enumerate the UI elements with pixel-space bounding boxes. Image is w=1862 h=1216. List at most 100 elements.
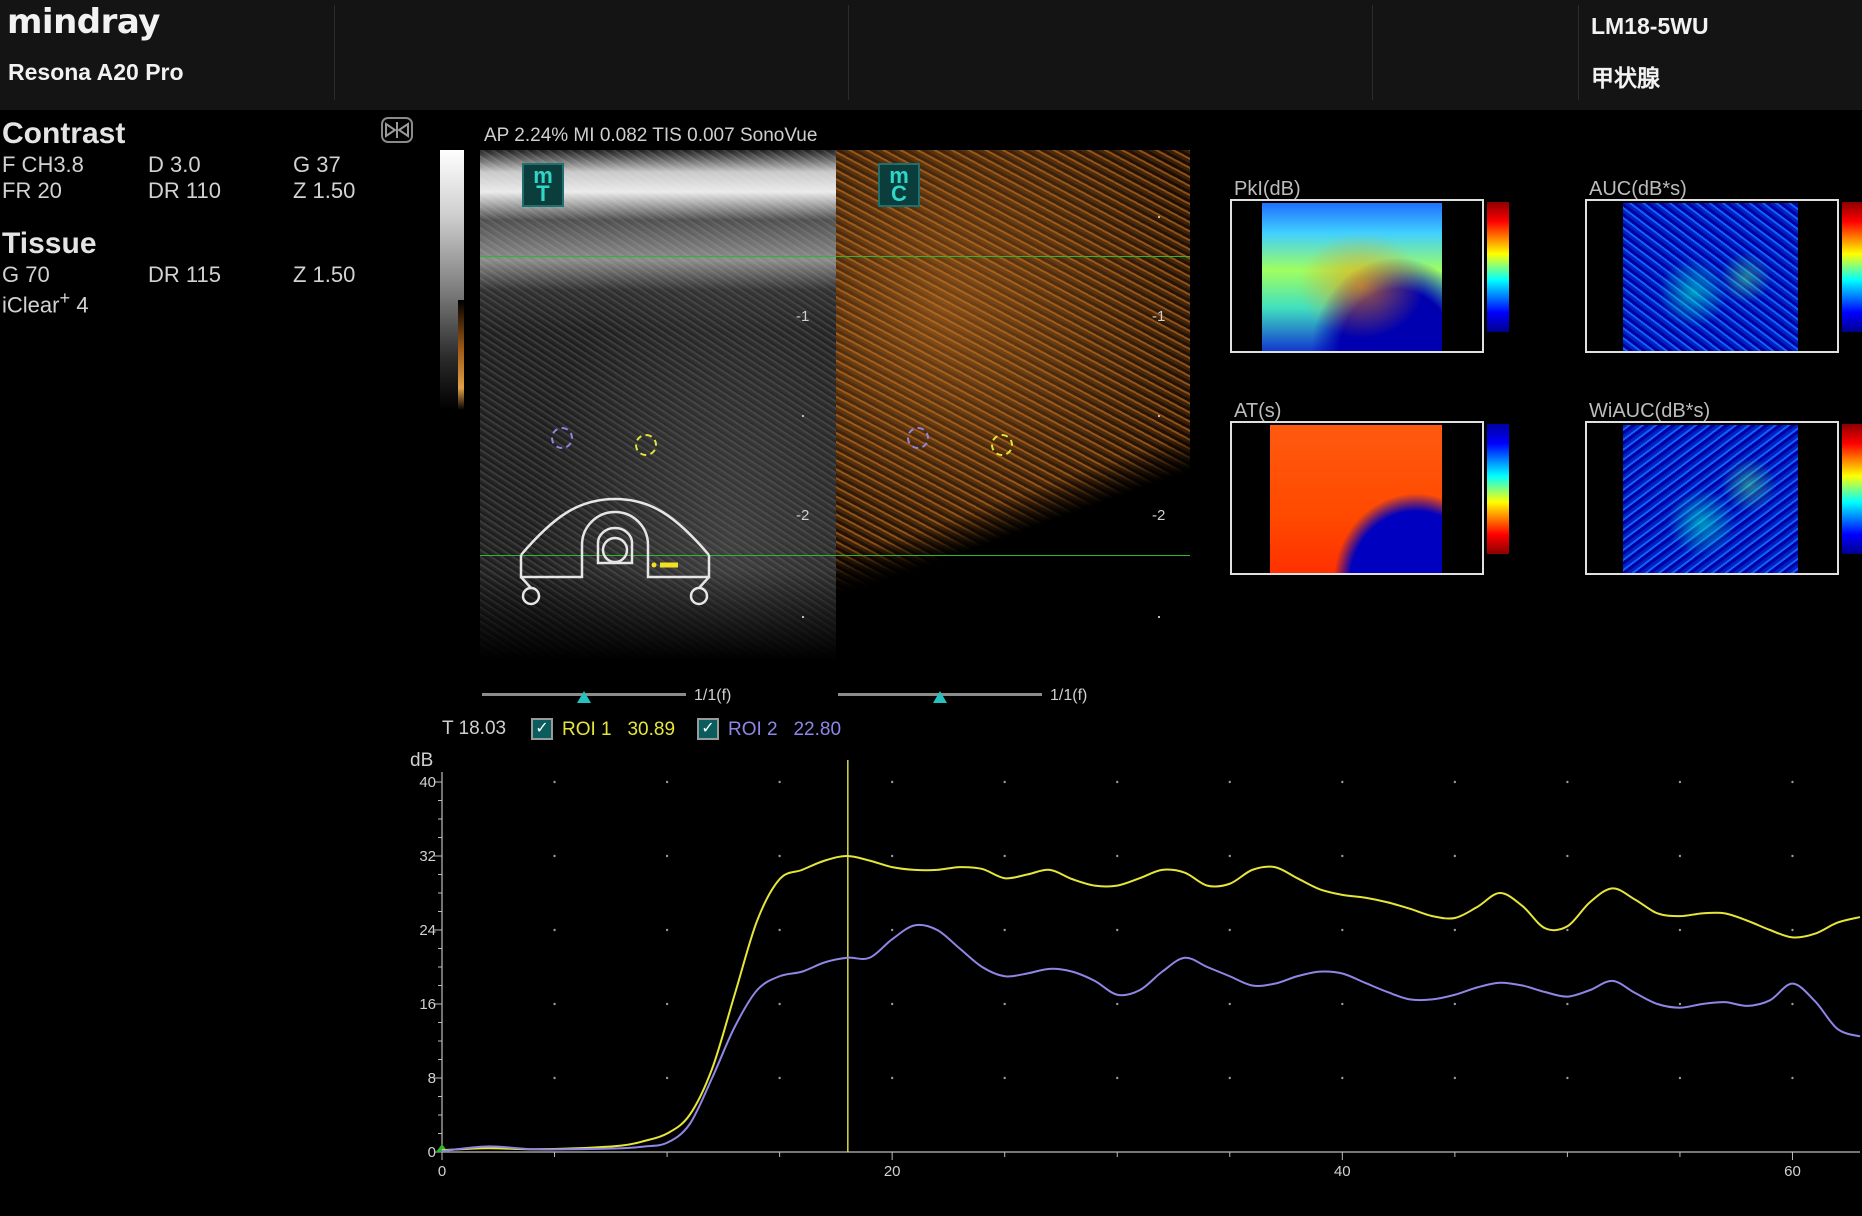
probe-name[interactable]: LM18-5WU <box>1591 13 1709 40</box>
grid-dot <box>1228 928 1231 932</box>
roi2-value: 22.80 <box>793 719 842 740</box>
y-tick-label: 0 <box>428 1144 436 1161</box>
acoustic-output-readout: AP 2.24% MI 0.082 TIS 0.007 SonoVue <box>484 125 818 146</box>
grid-dot <box>1116 854 1119 858</box>
at-map[interactable] <box>1230 421 1484 575</box>
depth-dot <box>802 415 804 417</box>
grid-dot <box>1341 780 1344 784</box>
grid-dot <box>1341 1076 1344 1080</box>
tissue-frame-slider[interactable] <box>482 691 692 711</box>
grid-dot <box>1678 854 1682 858</box>
contrast-mode-badge: m C <box>878 163 920 207</box>
grid-dot <box>665 854 669 858</box>
depth-dot <box>1158 616 1160 618</box>
roi1-checkbox[interactable]: ✓ <box>531 718 553 740</box>
slider-thumb[interactable] <box>577 691 591 703</box>
grid-dot <box>1791 854 1794 858</box>
grid-dot <box>553 1002 556 1006</box>
contrast-section-title: Contrast <box>2 117 126 150</box>
tissue-dynamic-range: DR 115 <box>148 262 221 287</box>
roi1-marker-tissue[interactable] <box>635 434 657 456</box>
grid-dot <box>778 780 781 784</box>
wiauc-map[interactable] <box>1585 421 1839 575</box>
grid-dot <box>1003 854 1006 858</box>
roi2-legend: ROI 2 22.80 <box>728 719 841 741</box>
grid-dot <box>1003 1076 1006 1080</box>
depth-mark-tissue-1: -1 <box>796 308 810 325</box>
at-map-title: AT(s) <box>1234 400 1282 422</box>
tissue-section-title: Tissue <box>2 227 97 260</box>
contrast-frame-rate: FR 20 <box>2 178 62 203</box>
x-tick-label: 0 <box>438 1163 446 1180</box>
y-tick-label: 16 <box>419 996 436 1013</box>
pki-map[interactable] <box>1230 199 1484 353</box>
at-map-image <box>1270 425 1442 573</box>
grid-dot <box>1003 780 1006 784</box>
grid-dot <box>553 780 556 784</box>
flip-image-button[interactable] <box>381 117 413 143</box>
grid-dot <box>553 854 556 858</box>
grid-dot <box>1341 854 1344 858</box>
roi2-checkbox[interactable]: ✓ <box>697 718 719 740</box>
contrast-image-pane[interactable] <box>836 150 1190 682</box>
contrast-frame-slider[interactable] <box>838 691 1048 711</box>
tic-chart[interactable]: dB 0 20 40 60 0 8 16 24 32 40 <box>400 748 1862 1188</box>
exam-preset[interactable]: 甲状腺 <box>1591 59 1660 93</box>
y-tick-label: 24 <box>419 922 436 939</box>
y-tick-label: 32 <box>419 848 436 865</box>
grid-dot <box>665 928 669 932</box>
wiauc-map-title: WiAUC(dB*s) <box>1589 400 1711 422</box>
measurement-line-top[interactable] <box>480 256 1190 257</box>
chart-series <box>441 854 1861 1153</box>
grid-dot <box>778 854 781 858</box>
grid-dot <box>1566 780 1569 784</box>
roi1-legend: ROI 1 30.89 <box>562 719 675 741</box>
grid-dot <box>1003 1002 1006 1006</box>
system-model-name: Resona A20 Pro <box>8 59 184 85</box>
slider-thumb[interactable] <box>933 691 947 703</box>
grid-dot <box>1791 1076 1794 1080</box>
grid-dot <box>1116 1002 1119 1006</box>
top-header-bar: mindray Resona A20 Pro LM18-5WU 甲状腺 <box>0 0 1862 110</box>
grid-dot <box>1566 1076 1569 1080</box>
grid-dot <box>1791 780 1794 784</box>
roi2-curve <box>441 923 1861 1153</box>
tissue-gain: G 70 <box>2 262 50 287</box>
grid-dot <box>890 1076 894 1080</box>
x-tick-label: 20 <box>884 1163 901 1180</box>
y-tick-label: 8 <box>428 1070 436 1087</box>
grid-dot <box>1341 928 1344 932</box>
wiauc-colorbar <box>1842 424 1862 554</box>
grid-dot <box>778 928 781 932</box>
chart-grid <box>553 780 1794 1080</box>
roi1-marker-contrast[interactable] <box>991 434 1013 456</box>
roi1-value: 30.89 <box>627 719 676 740</box>
grid-dot <box>1116 780 1119 784</box>
x-tick-label: 60 <box>1784 1163 1801 1180</box>
contrast-dynamic-range: DR 110 <box>148 178 221 203</box>
contrast-frame-label: 1/1(f) <box>1050 687 1088 704</box>
tissue-badge-bottom: T <box>536 181 550 206</box>
grid-dot <box>890 780 894 784</box>
grid-dot <box>665 1002 669 1006</box>
grid-dot <box>1228 1002 1231 1006</box>
grid-dot <box>1566 1002 1569 1006</box>
time-readout: T 18.03 <box>442 718 507 739</box>
grid-dot <box>1453 780 1457 784</box>
contrast-zoom: Z 1.50 <box>293 178 356 203</box>
auc-map[interactable] <box>1585 199 1839 353</box>
tissue-frame-label: 1/1(f) <box>694 687 732 704</box>
depth-dot <box>1158 216 1160 218</box>
grid-dot <box>778 1076 781 1080</box>
roi2-marker-contrast[interactable] <box>907 427 929 449</box>
roi2-marker-tissue[interactable] <box>551 427 573 449</box>
grid-dot <box>1453 854 1457 858</box>
grid-dot <box>778 1002 781 1006</box>
grid-dot <box>1791 928 1794 932</box>
contrast-gain: G 37 <box>293 152 341 177</box>
y-tick-label: 40 <box>419 774 436 791</box>
iclear-label: iClear <box>2 292 60 318</box>
grid-dot <box>890 854 894 858</box>
depth-mark-tissue-2: -2 <box>796 507 810 524</box>
auc-map-image <box>1623 203 1798 351</box>
